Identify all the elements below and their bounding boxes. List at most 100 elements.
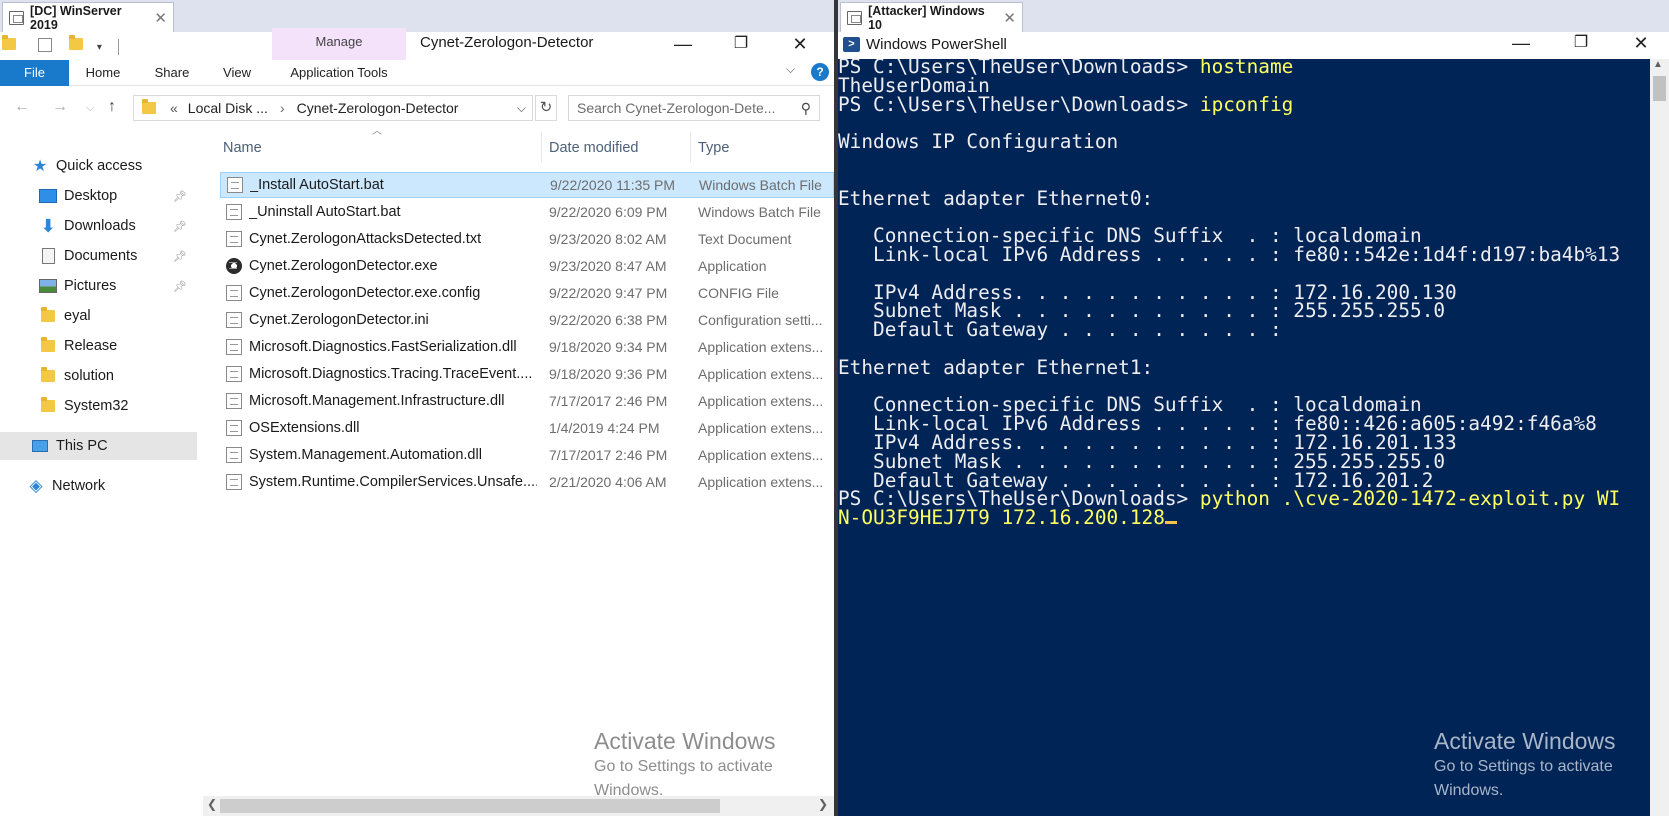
tab-view[interactable]: View (218, 60, 256, 86)
scrollbar-thumb[interactable] (220, 799, 720, 813)
file-name: Microsoft.Management.Infrastructure.dll (249, 393, 505, 409)
settings-file-icon (226, 312, 242, 328)
folder-icon (38, 307, 58, 324)
minimize-button[interactable]: — (660, 30, 706, 58)
tab-home[interactable]: Home (80, 60, 126, 86)
dll-file-icon (226, 447, 242, 463)
restore-button[interactable]: ❐ (718, 30, 764, 58)
vm-tab-dc[interactable]: [DC] WinServer 2019 ✕ (2, 2, 174, 32)
scroll-up-icon[interactable]: ▲ (1653, 59, 1663, 70)
nav-folder-eyal[interactable]: eyal (0, 302, 197, 330)
column-header-date[interactable]: Date modified (549, 128, 638, 168)
close-icon[interactable]: ✕ (154, 9, 167, 27)
file-type: Windows Batch File (699, 177, 822, 193)
nav-folder-release[interactable]: Release (0, 332, 197, 360)
console-command: ipconfig (1199, 92, 1294, 116)
file-row[interactable]: System.Management.Automation.dll 7/17/201… (220, 442, 834, 468)
nav-this-pc[interactable]: This PC (0, 432, 197, 460)
file-row[interactable]: Microsoft.Management.Infrastructure.dll 7… (220, 388, 834, 414)
chevron-down-icon[interactable]: ▾ (97, 42, 102, 53)
console-prompt: PS C:\Users\TheUser\Downloads> (838, 92, 1200, 116)
pin-icon: 📌︎ (173, 190, 187, 203)
nav-label: Downloads (64, 218, 136, 234)
folder-icon[interactable] (2, 35, 16, 50)
scroll-left-icon[interactable]: ❮ (207, 797, 217, 811)
console-line: N-OU3F9HEJ7T9 172.16.200.128 (838, 508, 1177, 528)
search-input[interactable]: Search Cynet-Zerologon-Dete... ⚲ (568, 95, 820, 121)
forward-arrow-icon[interactable]: → (52, 98, 68, 116)
ribbon-expand-icon[interactable]: ⌵ (786, 62, 795, 77)
nav-folder-solution[interactable]: solution (0, 362, 197, 390)
file-date: 9/22/2020 11:35 PM (550, 177, 676, 193)
refresh-button[interactable]: ↻ (535, 95, 557, 121)
file-name: Microsoft.Diagnostics.Tracing.TraceEvent… (249, 366, 533, 382)
vertical-scrollbar[interactable] (1650, 59, 1669, 816)
chevron-down-icon[interactable]: ⌵ (517, 101, 526, 116)
recent-locations-icon[interactable]: ⌵ (86, 102, 94, 115)
breadcrumb-overflow[interactable]: « (170, 100, 178, 116)
console-output[interactable]: PS C:\Users\TheUser\Downloads> hostname T… (838, 57, 1650, 816)
restore-button[interactable]: ❐ (1558, 29, 1604, 57)
pin-icon: 📌︎ (173, 250, 187, 263)
column-header-name[interactable]: Name (223, 128, 262, 168)
file-type: Configuration setti... (698, 312, 823, 328)
file-row[interactable]: Cynet.ZerologonAttacksDetected.txt 9/23/2… (220, 226, 834, 252)
column-divider[interactable] (541, 132, 542, 162)
scrollbar-thumb[interactable] (1653, 76, 1666, 101)
file-row[interactable]: OSExtensions.dll 1/4/2019 4:24 PM Applicat… (220, 415, 834, 441)
column-header-type[interactable]: Type (698, 128, 729, 168)
console-text: Windows IP Configuration (838, 130, 1119, 154)
star-icon: ★ (32, 158, 48, 175)
manage-label[interactable]: Manage (272, 34, 406, 49)
back-arrow-icon[interactable]: ← (14, 98, 30, 116)
nav-pictures[interactable]: Pictures 📌︎ (0, 272, 197, 300)
breadcrumb-current-folder[interactable]: Cynet-Zerologon-Detector (297, 100, 459, 116)
nav-downloads[interactable]: ⬇ Downloads 📌︎ (0, 212, 197, 240)
tab-application-tools[interactable]: Application Tools (272, 60, 406, 86)
file-row[interactable]: Cynet.ZerologonDetector.exe 9/23/2020 8:4… (220, 253, 834, 279)
folder-icon (38, 337, 58, 354)
column-divider[interactable] (690, 132, 691, 162)
scroll-right-icon[interactable]: ❯ (818, 797, 828, 811)
file-name: System.Management.Automation.dll (249, 447, 482, 463)
close-button[interactable]: ✕ (777, 30, 823, 58)
file-row[interactable]: Microsoft.Diagnostics.FastSerialization.… (220, 334, 834, 360)
documents-icon (38, 248, 58, 264)
file-row[interactable]: Cynet.ZerologonDetector.exe.config 9/22/2… (220, 280, 834, 306)
file-row[interactable]: System.Runtime.CompilerServices.Unsafe..… (220, 469, 834, 495)
help-icon[interactable]: ? (811, 63, 829, 81)
file-row[interactable]: Microsoft.Diagnostics.Tracing.TraceEvent… (220, 361, 834, 387)
search-icon: ⚲ (800, 100, 811, 116)
tab-file[interactable]: File (0, 60, 69, 86)
quick-access-toolbar: ▾ (2, 35, 119, 56)
nav-folder-system32[interactable]: System32 (0, 392, 197, 420)
nav-network[interactable]: ◈ Network (0, 472, 197, 500)
new-folder-icon[interactable] (69, 35, 84, 50)
address-bar[interactable]: « Local Disk ... › Cynet-Zerologon-Detec… (133, 95, 533, 121)
file-date: 2/21/2020 4:06 AM (549, 474, 667, 490)
console-text: Ethernet adapter Ethernet0: (838, 186, 1154, 210)
vm-tab-attacker[interactable]: [Attacker] Windows 10 ✕ (840, 2, 1023, 32)
file-row[interactable]: _Uninstall AutoStart.bat 9/22/2020 6:09 P… (220, 199, 834, 225)
file-date: 9/22/2020 9:47 PM (549, 285, 668, 301)
properties-icon[interactable] (37, 38, 52, 52)
minimize-button[interactable]: — (1498, 29, 1544, 57)
nav-label: solution (64, 368, 114, 384)
close-button[interactable]: ✕ (1618, 29, 1664, 57)
nav-label: This PC (56, 438, 108, 454)
watermark-line: Windows. (1434, 782, 1504, 799)
file-row[interactable]: _Install AutoStart.bat 9/22/2020 11:35 PM… (220, 172, 834, 198)
tab-share[interactable]: Share (148, 60, 196, 86)
close-icon[interactable]: ✕ (1003, 9, 1016, 27)
nav-documents[interactable]: Documents 📌︎ (0, 242, 197, 270)
search-placeholder: Search Cynet-Zerologon-Dete... (577, 100, 776, 116)
file-date: 9/23/2020 8:47 AM (549, 258, 667, 274)
pictures-icon (38, 278, 58, 294)
up-arrow-icon[interactable]: ↑ (108, 98, 116, 116)
nav-quick-access[interactable]: ★ Quick access (0, 152, 197, 180)
console-text: Link-local IPv6 Address . . . . . : fe80… (838, 243, 1621, 266)
nav-desktop[interactable]: Desktop 📌︎ (0, 182, 197, 210)
console-line: PS C:\Users\TheUser\Downloads> ipconfig (838, 92, 1294, 116)
breadcrumb-local-disk[interactable]: Local Disk ... (188, 100, 268, 116)
file-row[interactable]: Cynet.ZerologonDetector.ini 9/22/2020 6:3… (220, 307, 834, 333)
